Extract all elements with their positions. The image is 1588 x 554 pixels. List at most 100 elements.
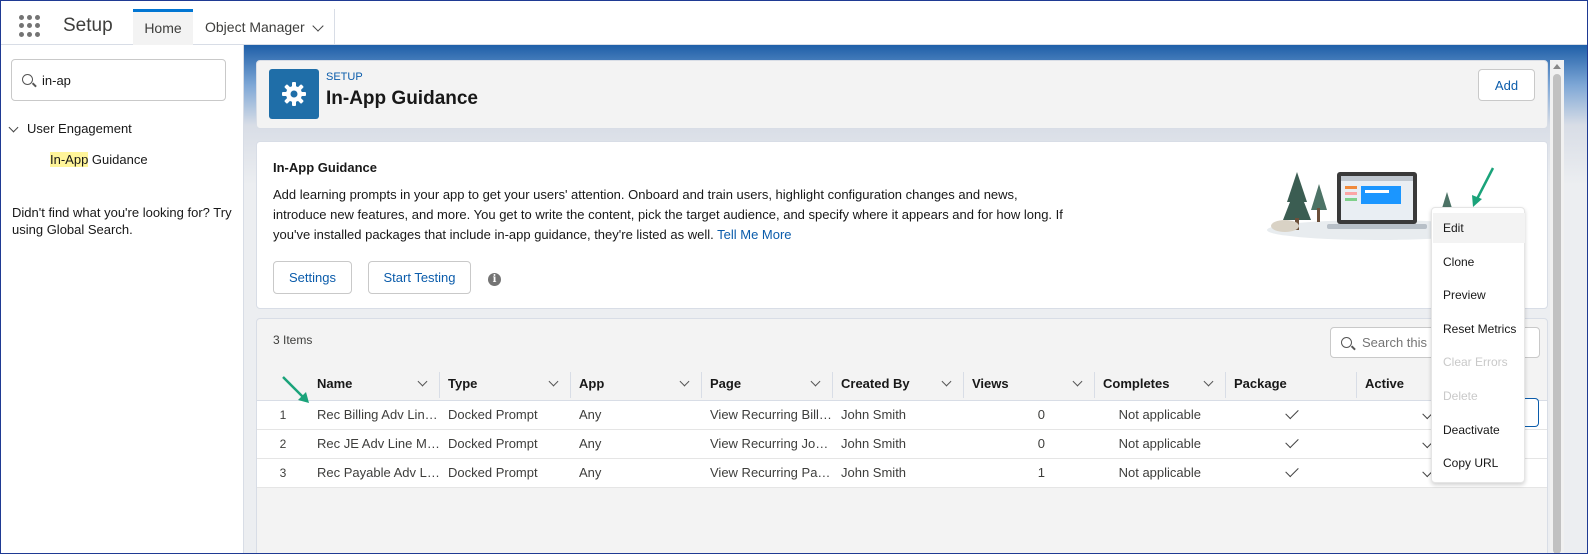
col-header-label: Package <box>1234 376 1287 392</box>
page-scrollbar[interactable] <box>1550 60 1564 553</box>
row-action-menu: Edit Clone Preview Reset Metrics Clear E… <box>1431 207 1525 483</box>
col-header-completes[interactable]: Completes <box>1095 368 1226 401</box>
row-number: 3 <box>257 458 309 488</box>
cell-page: View Recurring Billing <box>702 400 833 430</box>
cell-completes: Not applicable <box>1095 429 1226 459</box>
app-window: Setup Home Object Manager User Engagemen… <box>0 0 1588 554</box>
chevron-down-icon[interactable] <box>679 376 690 387</box>
search-icon <box>22 74 33 85</box>
cell-completes: Not applicable <box>1095 458 1226 488</box>
tab-object-manager[interactable]: Object Manager <box>193 9 335 45</box>
col-header-label: Created By <box>841 376 910 392</box>
search-icon <box>1341 337 1352 348</box>
cell-app: Any <box>571 429 702 459</box>
chevron-down-icon[interactable] <box>810 376 821 387</box>
cell-page: View Recurring Payables <box>702 458 833 488</box>
table-header-row: Name Type App Page Created By Views Comp… <box>257 368 1547 401</box>
quick-find-box[interactable] <box>11 59 226 101</box>
col-header-package[interactable]: Package <box>1226 368 1357 401</box>
sidebar-item-in-app-guidance[interactable]: In-App Guidance <box>50 152 148 167</box>
chevron-down-icon[interactable] <box>417 376 428 387</box>
col-header-label: Completes <box>1103 376 1170 392</box>
col-header-label: Active <box>1365 376 1405 392</box>
search-highlight: In-App <box>50 152 89 167</box>
quick-find-input[interactable] <box>42 70 212 90</box>
col-header-app[interactable]: App <box>571 368 702 401</box>
intro-card: In-App Guidance Add learning prompts in … <box>256 141 1548 309</box>
check-icon <box>1284 434 1299 449</box>
scroll-thumb[interactable] <box>1553 74 1561 553</box>
menu-item-edit[interactable]: Edit <box>1433 213 1525 243</box>
cell-app: Any <box>571 400 702 430</box>
menu-item-deactivate[interactable]: Deactivate <box>1433 415 1525 445</box>
cell-views: 0 <box>964 429 1095 459</box>
app-launcher-icon[interactable] <box>19 15 41 37</box>
chevron-down-icon[interactable] <box>941 376 952 387</box>
page-header: SETUP In-App Guidance Add <box>256 60 1548 129</box>
cell-type: Docked Prompt <box>440 400 571 430</box>
gear-icon <box>269 69 319 119</box>
setup-sidebar: User Engagement In-App Guidance Didn't f… <box>1 45 244 553</box>
intro-title: In-App Guidance <box>273 160 377 175</box>
col-header-views[interactable]: Views <box>964 368 1095 401</box>
col-header-name[interactable]: Name <box>309 368 440 401</box>
intro-description: Add learning prompts in your app to get … <box>273 185 1073 245</box>
chevron-down-icon[interactable] <box>312 20 324 32</box>
scroll-up-icon[interactable] <box>1553 64 1561 69</box>
cell-views: 1 <box>964 458 1095 488</box>
table-row[interactable]: 1 Rec Billing Adv Line Items Docked Prom… <box>257 400 1547 430</box>
menu-item-preview[interactable]: Preview <box>1433 280 1525 310</box>
intro-description-text: Add learning prompts in your app to get … <box>273 187 1063 242</box>
cell-package <box>1226 429 1357 459</box>
col-header-label: Type <box>448 376 478 392</box>
table-row[interactable]: 2 Rec JE Adv Line Memos Docked Prompt An… <box>257 429 1547 459</box>
col-header-label: Views <box>972 376 1009 392</box>
start-testing-button[interactable]: Start Testing <box>368 261 471 294</box>
cell-created-by: John Smith <box>833 429 964 459</box>
cell-type: Docked Prompt <box>440 458 571 488</box>
cell-package <box>1226 458 1357 488</box>
menu-item-reset-metrics[interactable]: Reset Metrics <box>1433 314 1525 344</box>
col-header-created-by[interactable]: Created By <box>833 368 964 401</box>
col-header-label: Name <box>317 376 353 392</box>
chevron-down-icon[interactable] <box>1072 376 1083 387</box>
menu-item-clear-errors: Clear Errors <box>1443 355 1508 369</box>
settings-button[interactable]: Settings <box>273 261 352 294</box>
menu-item-clone[interactable]: Clone <box>1433 247 1525 277</box>
col-header-type[interactable]: Type <box>440 368 571 401</box>
check-icon <box>1284 463 1299 478</box>
tab-home[interactable]: Home <box>133 9 193 45</box>
add-button[interactable]: Add <box>1478 69 1535 101</box>
page-title: In-App Guidance <box>326 88 478 109</box>
cell-page: View Recurring Journal Entries <box>702 429 833 459</box>
menu-item-copy-url[interactable]: Copy URL <box>1433 448 1525 478</box>
breadcrumb[interactable]: SETUP <box>326 71 363 83</box>
menu-item-delete: Delete <box>1443 389 1478 403</box>
cell-name[interactable]: Rec JE Adv Line Memos <box>309 429 440 459</box>
check-icon <box>1284 405 1299 420</box>
cell-name[interactable]: Rec Billing Adv Line Items <box>309 400 440 430</box>
app-name: Setup <box>63 15 113 36</box>
cell-views: 0 <box>964 400 1095 430</box>
col-header-label: Page <box>710 376 742 392</box>
info-icon[interactable]: i <box>488 273 501 286</box>
chevron-down-icon[interactable] <box>8 122 19 133</box>
sidebar-item-label: Guidance <box>88 152 148 167</box>
not-found-hint: Didn't find what you're looking for? Try… <box>12 205 232 237</box>
guidance-list: 3 Items Name Type App Page Created By Vi… <box>256 318 1548 553</box>
global-header: Setup Home Object Manager <box>1 1 1587 45</box>
tell-me-more-link[interactable]: Tell Me More <box>717 227 791 242</box>
cell-created-by: John Smith <box>833 400 964 430</box>
col-header-page[interactable]: Page <box>702 368 833 401</box>
chevron-down-icon[interactable] <box>548 376 559 387</box>
annotation-arrow-icon <box>1472 167 1495 207</box>
cell-type: Docked Prompt <box>440 429 571 459</box>
guidance-table: Name Type App Page Created By Views Comp… <box>257 368 1547 488</box>
cell-app: Any <box>571 458 702 488</box>
row-action-button[interactable] <box>1523 398 1539 427</box>
col-header-label: App <box>579 376 605 392</box>
cell-name[interactable]: Rec Payable Adv Line Items <box>309 458 440 488</box>
chevron-down-icon[interactable] <box>1203 376 1214 387</box>
table-row[interactable]: 3 Rec Payable Adv Line Items Docked Prom… <box>257 458 1547 488</box>
tree-group-user-engagement[interactable]: User Engagement <box>27 121 132 136</box>
